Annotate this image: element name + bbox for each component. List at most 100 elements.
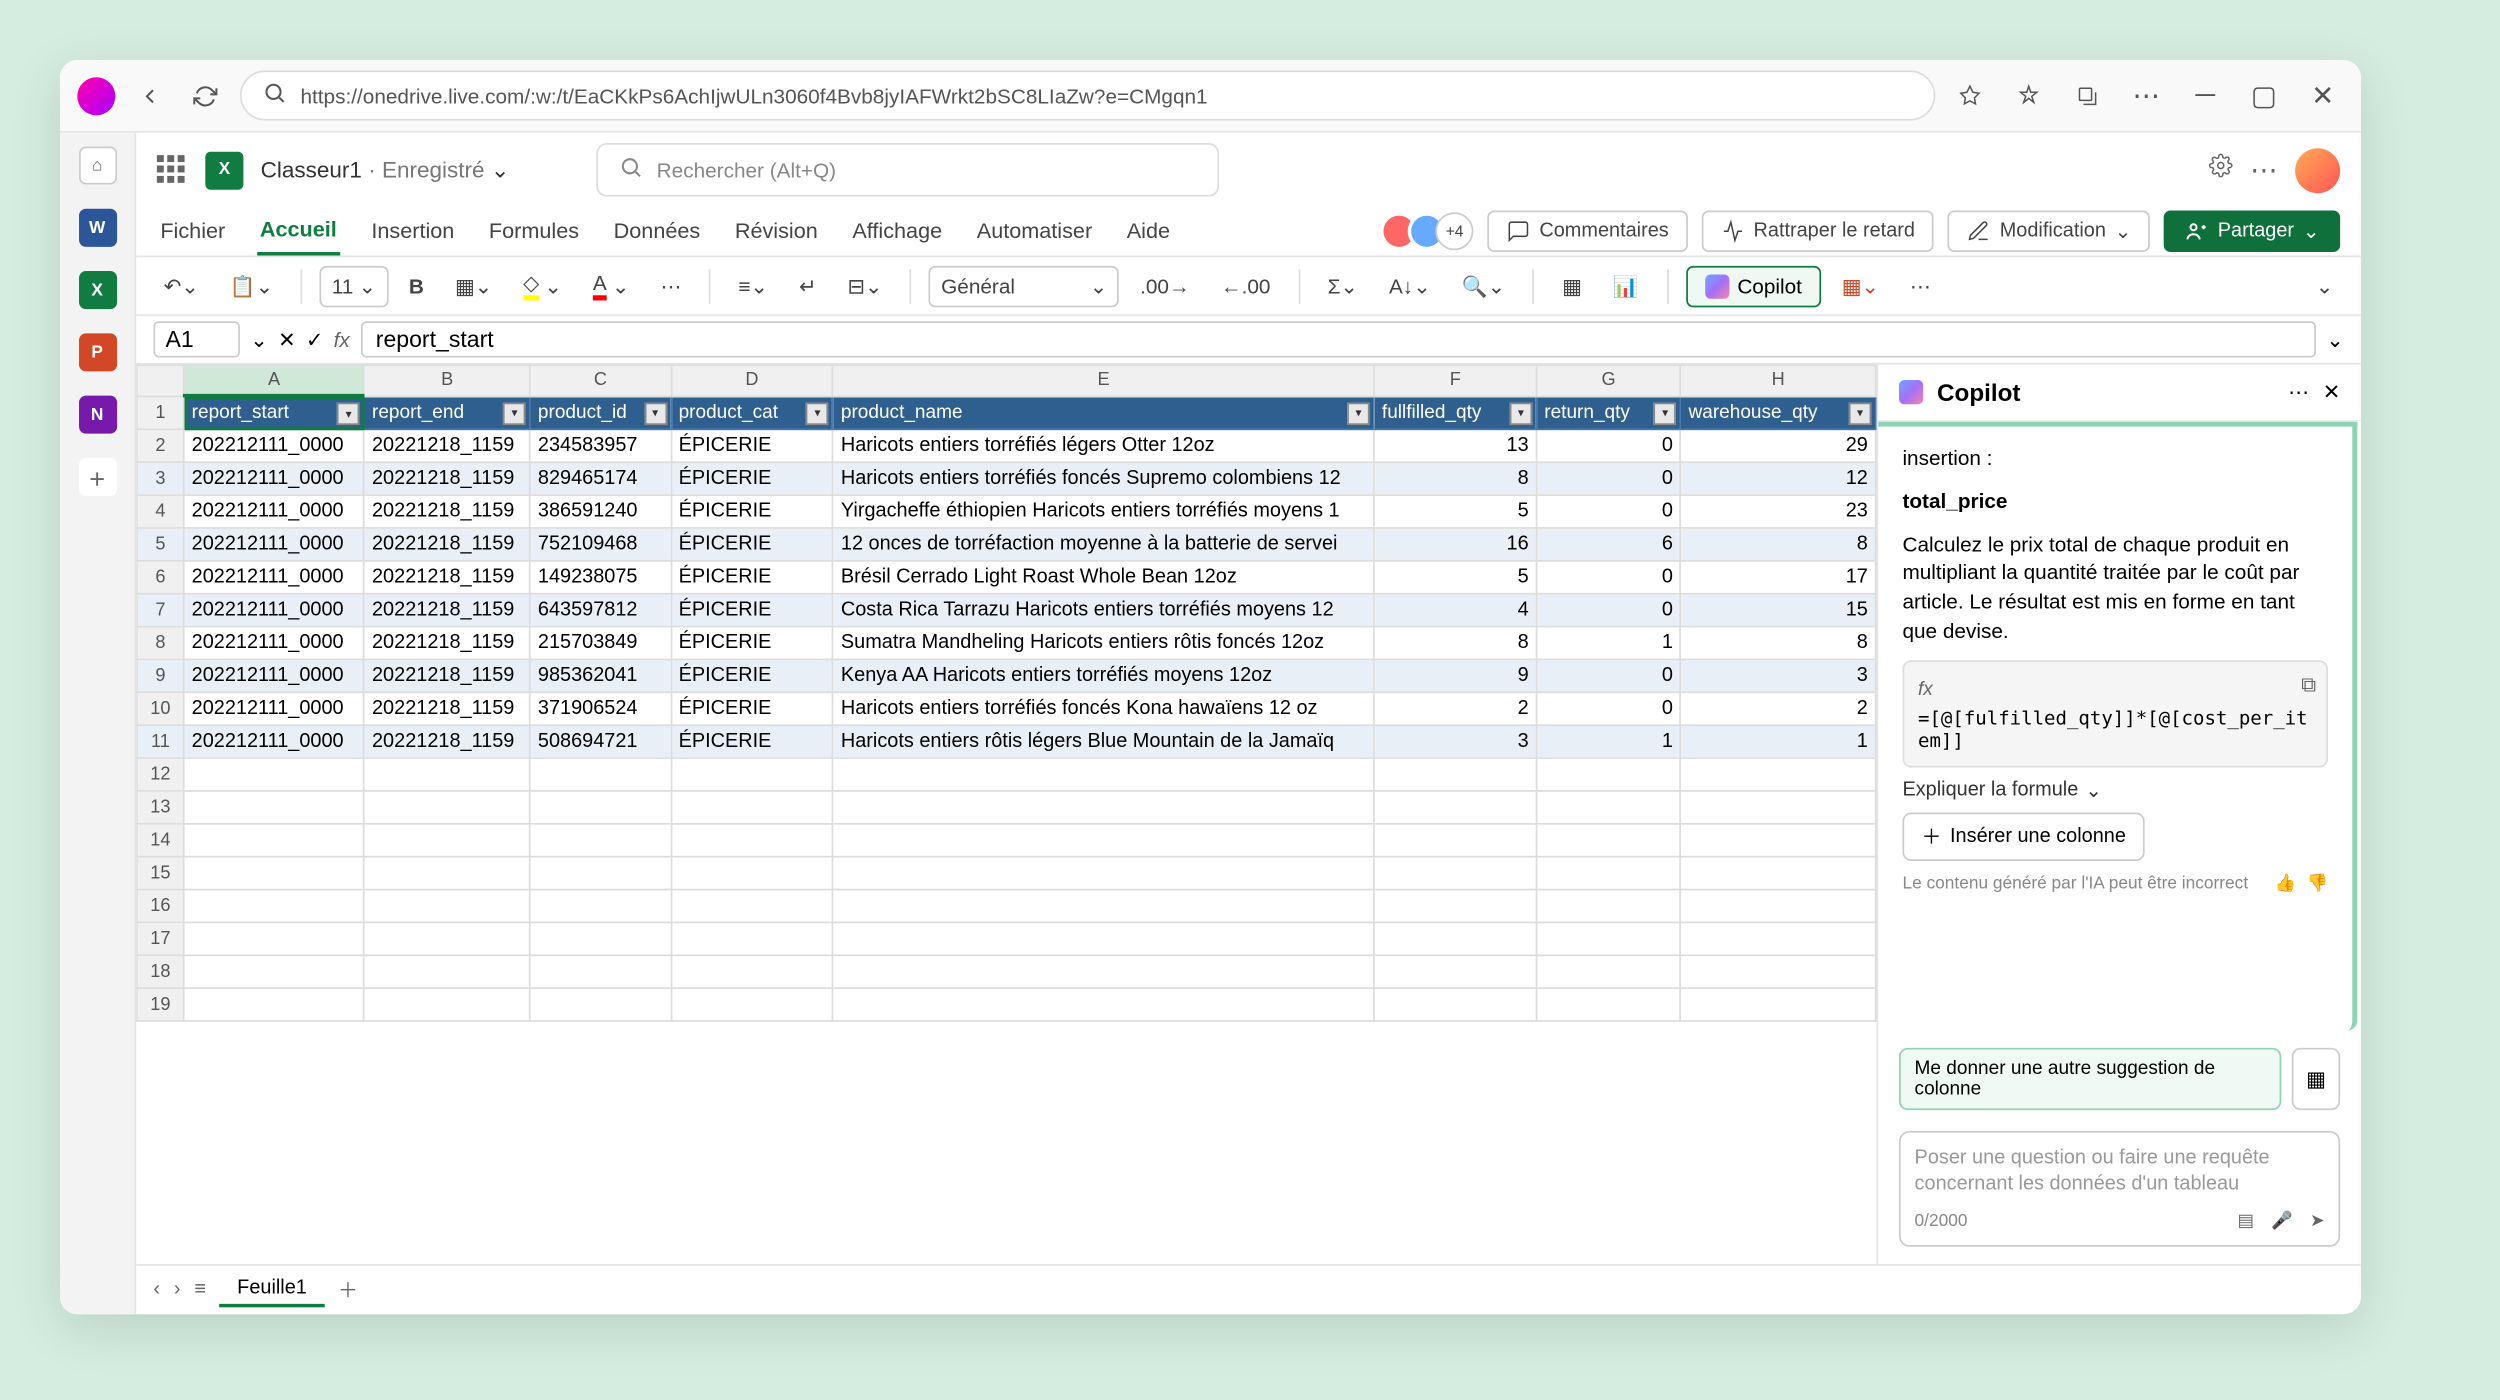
url-bar[interactable]: https://onedrive.live.com/:w:/t/EaCKkPs6…: [240, 70, 1935, 120]
copy-formula-icon[interactable]: ⧉: [2301, 672, 2316, 698]
cell[interactable]: [1536, 824, 1680, 857]
cell[interactable]: 29: [1681, 429, 1876, 462]
cell[interactable]: 0: [1536, 495, 1680, 528]
cell[interactable]: [833, 857, 1374, 890]
cell[interactable]: [833, 758, 1374, 791]
fx-icon[interactable]: fx: [334, 327, 350, 351]
cell[interactable]: 202212111_0000: [184, 659, 364, 692]
thumbs-down-icon[interactable]: 👎: [2306, 874, 2328, 893]
cell[interactable]: 2: [1681, 692, 1876, 725]
cell[interactable]: ÉPICERIE: [671, 594, 833, 627]
search-box[interactable]: Rechercher (Alt+Q): [596, 143, 1219, 197]
bold-button[interactable]: B: [398, 267, 434, 305]
more-icon[interactable]: ⋯: [2126, 75, 2168, 117]
filter-dropdown-icon[interactable]: [644, 402, 666, 424]
cell[interactable]: 202212111_0000: [184, 561, 364, 594]
cell[interactable]: 17: [1681, 561, 1876, 594]
cell[interactable]: [184, 791, 364, 824]
ribbon-collapse-icon[interactable]: ⌄: [2305, 267, 2343, 305]
filter-dropdown-icon[interactable]: [1510, 402, 1532, 424]
cell[interactable]: 202212111_0000: [184, 594, 364, 627]
column-header[interactable]: F: [1374, 365, 1536, 395]
cell[interactable]: 202212111_0000: [184, 692, 364, 725]
cell[interactable]: [671, 988, 833, 1021]
cell[interactable]: [530, 758, 671, 791]
cell[interactable]: [364, 955, 530, 988]
tab-accueil[interactable]: Accueil: [256, 207, 340, 255]
cell[interactable]: [1374, 988, 1536, 1021]
cell[interactable]: 202212111_0000: [184, 429, 364, 462]
cell[interactable]: 15: [1681, 594, 1876, 627]
row-number[interactable]: 8: [137, 627, 184, 660]
row-number[interactable]: 11: [137, 725, 184, 758]
filter-dropdown-icon[interactable]: [806, 402, 828, 424]
cell[interactable]: [833, 791, 1374, 824]
cell[interactable]: 2: [1374, 692, 1536, 725]
cell[interactable]: Yirgacheffe éthiopien Haricots entiers t…: [833, 495, 1374, 528]
paste-button[interactable]: 📋⌄: [219, 267, 283, 305]
cell[interactable]: 8: [1374, 462, 1536, 495]
copilot-input[interactable]: Poser une question ou faire une requête …: [1899, 1131, 2340, 1247]
cell[interactable]: 1: [1536, 627, 1680, 660]
cell[interactable]: [364, 791, 530, 824]
cell[interactable]: [530, 791, 671, 824]
table-header-cell[interactable]: product_id: [530, 396, 671, 430]
cell[interactable]: [364, 758, 530, 791]
add-app-rail-icon[interactable]: ＋: [78, 458, 116, 496]
cell[interactable]: 3: [1374, 725, 1536, 758]
cell[interactable]: [1374, 857, 1536, 890]
collections-icon[interactable]: [2067, 75, 2109, 117]
cell[interactable]: [530, 857, 671, 890]
filter-dropdown-icon[interactable]: [503, 402, 525, 424]
cell[interactable]: 23: [1681, 495, 1876, 528]
onenote-rail-icon[interactable]: N: [78, 396, 116, 434]
insert-column-button[interactable]: ＋ Insérer une colonne: [1902, 812, 2144, 860]
cell[interactable]: 4: [1374, 594, 1536, 627]
expand-formula-bar-icon[interactable]: ⌄: [2326, 327, 2343, 351]
cell[interactable]: 20221218_1159: [364, 594, 530, 627]
cell[interactable]: 20221218_1159: [364, 561, 530, 594]
cell[interactable]: [364, 890, 530, 923]
powerpoint-rail-icon[interactable]: P: [78, 333, 116, 371]
maximize-button[interactable]: ▢: [2243, 75, 2285, 117]
cell[interactable]: [1681, 955, 1876, 988]
cell[interactable]: [1681, 857, 1876, 890]
tab-donnees[interactable]: Données: [610, 209, 704, 254]
row-number[interactable]: 2: [137, 429, 184, 462]
column-header[interactable]: C: [530, 365, 671, 395]
cell[interactable]: 9: [1374, 659, 1536, 692]
cell[interactable]: [1681, 758, 1876, 791]
cell[interactable]: [530, 824, 671, 857]
cell[interactable]: ÉPICERIE: [671, 429, 833, 462]
row-number[interactable]: 19: [137, 988, 184, 1021]
row-number[interactable]: 17: [137, 922, 184, 955]
cell[interactable]: Kenya AA Haricots entiers torréfiés moye…: [833, 659, 1374, 692]
row-number[interactable]: 13: [137, 791, 184, 824]
undo-button[interactable]: ↶⌄: [153, 267, 209, 305]
copilot-more-icon[interactable]: ⋯: [2288, 380, 2309, 404]
cell[interactable]: Brésil Cerrado Light Roast Whole Bean 12…: [833, 561, 1374, 594]
cell[interactable]: 202212111_0000: [184, 627, 364, 660]
table-header-cell[interactable]: product_name: [833, 396, 1374, 430]
cell[interactable]: [1681, 988, 1876, 1021]
cell[interactable]: 149238075: [530, 561, 671, 594]
cell[interactable]: [530, 988, 671, 1021]
ribbon-more-icon[interactable]: ⋯: [1900, 267, 1942, 305]
cell[interactable]: ÉPICERIE: [671, 692, 833, 725]
spreadsheet[interactable]: ABCDEFGH1report_startreport_endproduct_i…: [136, 364, 1876, 1264]
catchup-button[interactable]: Rattraper le retard: [1702, 211, 1934, 253]
profile-avatar[interactable]: [77, 76, 115, 114]
tab-revision[interactable]: Révision: [731, 209, 821, 254]
increase-decimal-button[interactable]: .00→: [1130, 267, 1200, 305]
settings-icon[interactable]: [2209, 153, 2233, 186]
cell[interactable]: [364, 857, 530, 890]
cell[interactable]: 215703849: [530, 627, 671, 660]
cell[interactable]: [671, 824, 833, 857]
user-avatar[interactable]: [2295, 147, 2340, 192]
number-format-select[interactable]: Général ⌄: [929, 265, 1119, 307]
suggest-grid-icon[interactable]: ▦: [2292, 1048, 2340, 1110]
favorites-icon[interactable]: [2008, 75, 2050, 117]
copilot-close-icon[interactable]: ✕: [2323, 380, 2340, 404]
table-header-cell[interactable]: return_qty: [1536, 396, 1680, 430]
cell[interactable]: 234583957: [530, 429, 671, 462]
